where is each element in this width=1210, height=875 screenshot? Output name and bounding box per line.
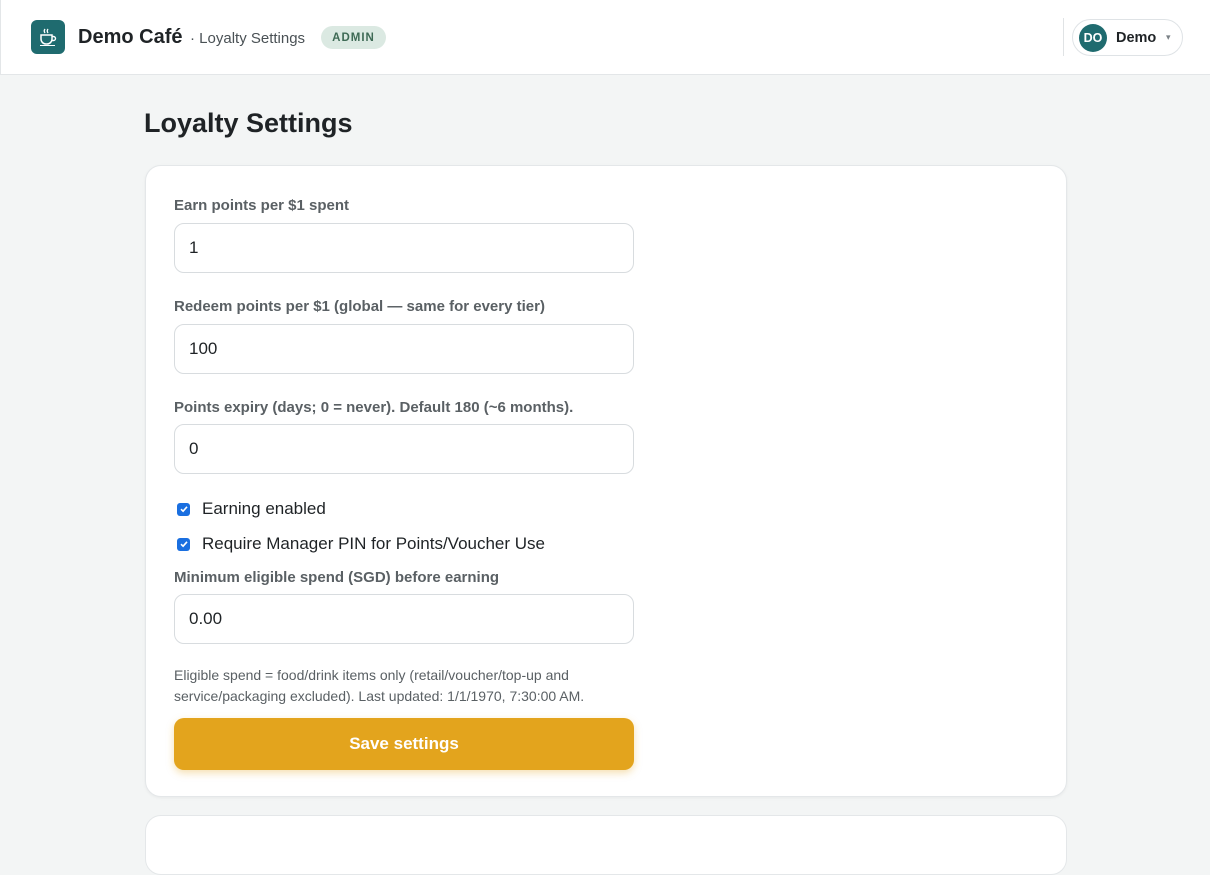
admin-badge: ADMIN [321,26,386,49]
require-pin-row[interactable]: Require Manager PIN for Points/Voucher U… [177,534,545,554]
checkmark-icon [179,541,188,548]
points-expiry-label: Points expiry (days; 0 = never). Default… [174,399,574,416]
eligible-spend-help: Eligible spend = food/drink items only (… [174,667,585,704]
require-pin-label: Require Manager PIN for Points/Voucher U… [202,534,546,553]
earning-enabled-row[interactable]: Earning enabled [177,499,326,519]
breadcrumb: · Loyalty Settings [190,30,306,47]
user-menu-button[interactable]: DO Demo ▾ [1072,19,1183,56]
points-expiry-input[interactable] [174,424,634,474]
redeem-points-input[interactable] [174,324,634,374]
header-divider [1063,18,1064,56]
min-spend-label: Minimum eligible spend (SGD) before earn… [174,569,500,586]
redeem-points-label: Redeem points per $1 (global — same for … [174,298,545,315]
coffee-cup-icon [31,20,65,54]
save-settings-button[interactable]: Save settings [174,718,634,770]
min-spend-input[interactable] [174,594,634,644]
user-name: Demo [1116,30,1157,46]
top-bar: Demo Café · Loyalty Settings ADMIN DO De… [0,0,1210,75]
secondary-card [145,815,1067,875]
earn-points-label: Earn points per $1 spent [174,197,350,214]
chevron-down-icon: ▾ [1166,32,1171,42]
earning-enabled-checkbox[interactable] [177,502,190,516]
page-title: Loyalty Settings [144,108,353,138]
brand-name: Demo Café [78,26,183,48]
checkmark-icon [179,506,188,513]
earn-points-input[interactable] [174,223,634,273]
loyalty-settings-card: Earn points per $1 spent Redeem points p… [145,165,1067,797]
require-pin-checkbox[interactable] [177,537,190,551]
earning-enabled-label: Earning enabled [202,499,326,518]
avatar: DO [1079,24,1107,52]
